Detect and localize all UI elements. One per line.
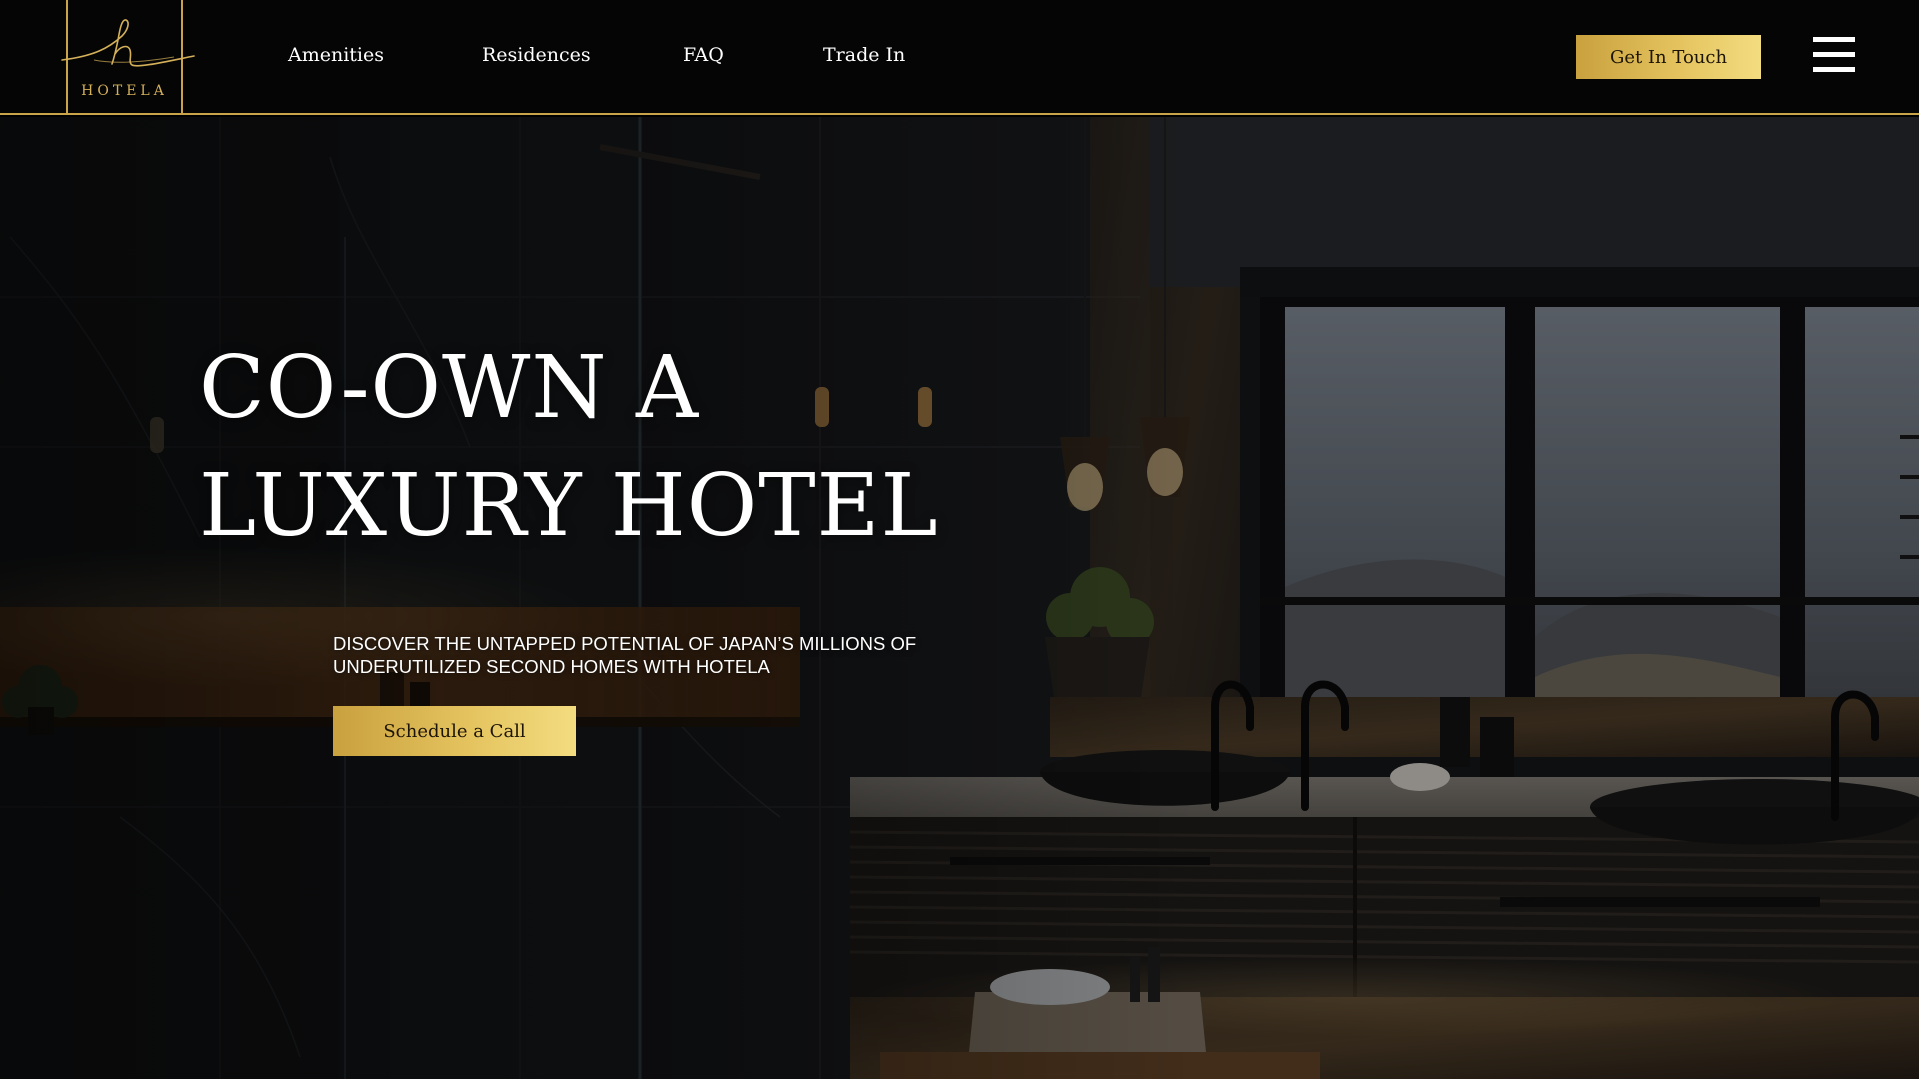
nav-link-faq[interactable]: FAQ bbox=[683, 44, 724, 66]
hero-title-line-2: LUXURY HOTEL bbox=[199, 456, 939, 556]
nav-link-residences[interactable]: Residences bbox=[482, 44, 591, 66]
schedule-a-call-button[interactable]: Schedule a Call bbox=[333, 706, 576, 756]
hero-subtitle: DISCOVER THE UNTAPPED POTENTIAL OF JAPAN… bbox=[333, 632, 917, 677]
hero-title: CO-OWN A LUXURY HOTEL bbox=[199, 329, 939, 565]
brand-wordmark: HOTELA bbox=[81, 83, 168, 99]
hotela-logo[interactable]: HOTELA bbox=[61, 0, 195, 115]
hero-background-image bbox=[0, 117, 1919, 1079]
get-in-touch-button[interactable]: Get In Touch bbox=[1576, 35, 1761, 79]
hero-title-line-1: CO-OWN A bbox=[199, 338, 700, 438]
top-navigation-bar: HOTELA Amenities Residences FAQ Trade In… bbox=[0, 0, 1919, 115]
nav-link-trade-in[interactable]: Trade In bbox=[823, 44, 905, 66]
hotela-monogram-icon bbox=[61, 19, 195, 67]
hamburger-menu-icon[interactable] bbox=[1813, 37, 1855, 77]
hero-section: CO-OWN A LUXURY HOTEL DISCOVER THE UNTAP… bbox=[0, 117, 1919, 1079]
nav-link-amenities[interactable]: Amenities bbox=[288, 44, 384, 66]
